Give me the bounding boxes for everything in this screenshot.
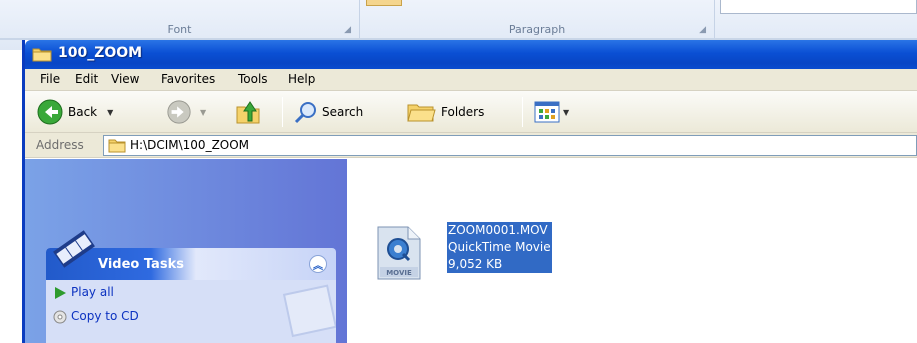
toolbar-separator [282,97,283,127]
menu-view[interactable]: View [111,72,139,86]
film-watermark-icon [282,284,336,338]
ribbon-group-paragraph: Paragraph ◢ [360,0,715,38]
toolbar: Back ▼ ▼ Search Folders ▼ [25,91,917,133]
film-reel-icon [53,230,95,268]
search-button[interactable]: Search [293,91,363,133]
ribbon-group-paragraph-label: Paragraph [508,23,566,36]
folders-label: Folders [441,105,485,119]
file-name: ZOOM0001.MOV [448,223,548,237]
forward-dropdown-icon[interactable]: ▼ [200,108,206,117]
quicktime-movie-icon: MOVIE [377,226,421,280]
back-dropdown-icon[interactable]: ▼ [107,108,113,117]
ribbon-button-partial[interactable] [366,0,402,6]
forward-arrow-icon [167,100,191,124]
menu-tools[interactable]: Tools [238,72,268,86]
play-icon [55,287,66,299]
up-folder-button[interactable] [235,91,261,133]
collapse-chevron-icon[interactable]: ︽ [309,255,327,273]
address-input[interactable]: H:\DCIM\100_ZOOM [103,135,917,156]
file-type: QuickTime Movie [448,240,551,254]
folders-icon [407,104,436,122]
ribbon-group-font: Font ◢ [0,0,360,38]
toolbar-separator [522,97,523,127]
content-area: Video Tasks ︽ Play all Copy to CD MOVIE … [25,159,917,343]
search-label: Search [322,105,364,119]
folder-icon [108,139,126,153]
file-size: 9,052 KB [448,257,503,271]
address-bar: Address H:\DCIM\100_ZOOM [25,133,917,158]
menu-favorites[interactable]: Favorites [161,72,215,86]
ribbon-group-font-label: Font [167,23,192,36]
task-link-play-all[interactable]: Play all [71,285,114,299]
window-title: 100_ZOOM [58,45,143,61]
dialog-launcher-icon[interactable]: ◢ [699,25,706,35]
video-tasks-title: Video Tasks [98,257,184,272]
search-icon [294,102,316,124]
dialog-launcher-icon[interactable]: ◢ [344,25,351,35]
menu-edit[interactable]: Edit [75,72,98,86]
back-label: Back [68,105,98,119]
task-link-copy-to-cd[interactable]: Copy to CD [71,309,139,323]
copy-to-cd-icon [53,310,67,324]
up-folder-icon [236,101,260,124]
title-bar[interactable]: 100_ZOOM [25,40,917,69]
back-arrow-icon [37,99,63,125]
address-value: H:\DCIM\100_ZOOM [130,138,250,152]
folder-icon [32,48,52,62]
menu-help[interactable]: Help [288,72,315,86]
menu-file[interactable]: File [40,72,60,86]
video-tasks-body: Play all Copy to CD [46,280,336,343]
views-dropdown-icon[interactable]: ▼ [563,108,569,117]
ribbon-style-box[interactable] [720,0,917,14]
file-labels-selected: ZOOM0001.MOV QuickTime Movie 9,052 KB [447,222,552,273]
explorer-window: 100_ZOOM File Edit View Favorites Tools … [22,40,917,343]
views-icon [534,101,560,123]
task-pane: Video Tasks ︽ Play all Copy to CD [25,159,347,343]
movie-badge-label: MOVIE [386,269,412,277]
views-button[interactable]: ▼ [534,91,569,133]
folders-button[interactable]: Folders [406,91,484,133]
forward-button[interactable]: ▼ [166,91,206,133]
address-label: Address [36,138,84,152]
file-item-zoom0001[interactable]: MOVIE ZOOM0001.MOV QuickTime Movie 9,052… [376,222,626,292]
menu-bar: File Edit View Favorites Tools Help [25,69,917,91]
back-button[interactable]: Back ▼ [36,91,113,133]
video-tasks-header[interactable]: Video Tasks ︽ [46,230,336,280]
